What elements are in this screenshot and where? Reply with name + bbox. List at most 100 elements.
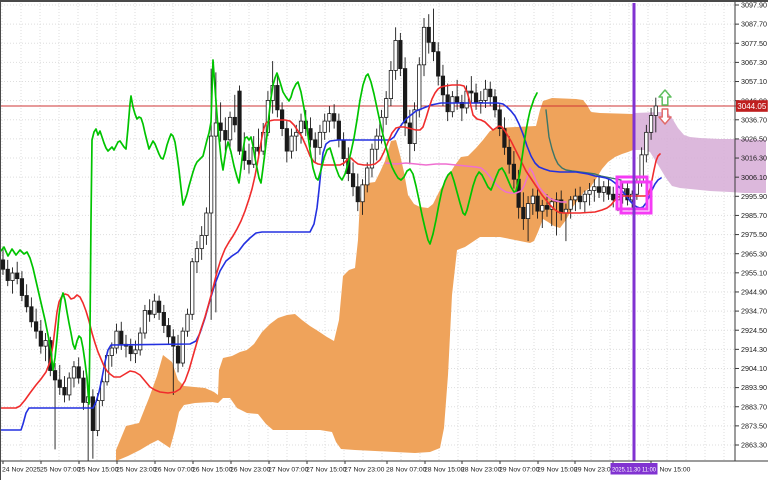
bull-candle: [384, 99, 387, 118]
bear-candle: [285, 129, 288, 152]
bull-candle: [11, 273, 14, 281]
bear-candle: [437, 52, 440, 76]
price-tick-label: 2965.30: [741, 249, 767, 258]
bull-candle: [422, 27, 425, 65]
bull-candle: [195, 249, 198, 262]
time-tick-label: 28 Nov 15:00: [424, 467, 465, 474]
bull-candle: [191, 262, 194, 315]
bull-candle: [299, 121, 302, 132]
time-tick-label: 25 Nov 23:00: [116, 467, 157, 474]
bear-candle: [25, 296, 28, 307]
bull-candle: [205, 213, 208, 236]
bull-candle: [228, 117, 231, 140]
trading-chart-window: 3097.903087.703077.503067.303057.103046.…: [0, 0, 768, 480]
bull-candle: [541, 205, 544, 211]
time-tick-label: 27 Nov 23:00: [344, 467, 385, 474]
bear-candle: [53, 371, 56, 380]
bull-candle: [588, 190, 591, 194]
bear-candle: [607, 187, 610, 195]
bull-candle: [366, 168, 369, 185]
bear-candle: [162, 312, 165, 325]
bull-candle: [479, 100, 482, 102]
price-tick-label: 2883.70: [741, 402, 767, 411]
time-tick-label: 26 Nov 23:00: [230, 467, 271, 474]
bull-candle: [209, 136, 212, 213]
bear-candle: [167, 326, 170, 337]
bear-candle: [342, 140, 345, 159]
bull-candle: [569, 200, 572, 209]
bear-candle: [309, 129, 312, 140]
bull-candle: [328, 114, 331, 122]
bear-candle: [157, 301, 160, 312]
price-tick-label: 2873.50: [741, 421, 767, 430]
chart-objects[interactable]: [617, 3, 671, 461]
bull-candle: [295, 132, 298, 136]
bull-candle: [649, 115, 652, 132]
bear-candle: [176, 346, 179, 363]
bull-candle: [394, 40, 397, 70]
bear-candle: [238, 91, 241, 151]
bear-candle: [545, 205, 548, 209]
bear-candle: [20, 279, 23, 296]
bear-candle: [337, 121, 340, 140]
bull-candle: [96, 401, 99, 431]
time-tick-label: 26 Nov 07:00: [154, 467, 195, 474]
time-tick-label: 29 Nov 15:00: [537, 467, 578, 474]
bull-candle: [134, 350, 137, 354]
bull-candle: [418, 65, 421, 110]
price-tick-label: 2904.10: [741, 364, 767, 373]
price-tick-label: 3016.30: [741, 154, 767, 163]
ichimoku-clouds: [116, 98, 766, 461]
bear-candle: [403, 69, 406, 123]
bull-candle: [200, 236, 203, 249]
bear-candle: [63, 387, 66, 395]
bull-candle: [143, 311, 146, 334]
bull-candle: [186, 314, 189, 331]
price-tick-label: 2995.90: [741, 192, 767, 201]
price-tick-label: 2985.70: [741, 211, 767, 220]
price-tick-label: 3067.30: [741, 58, 767, 67]
candlestick-chart-canvas[interactable]: 3097.903087.703077.503067.303057.103046.…: [0, 0, 768, 480]
bear-candle: [39, 331, 42, 346]
bull-candle: [72, 367, 75, 378]
bull-candle: [654, 106, 657, 115]
bear-candle: [58, 380, 61, 388]
price-tick-label: 3026.50: [741, 135, 767, 144]
vline-time-label: 2025.11.30 11:00: [611, 463, 658, 475]
bull-candle: [583, 194, 586, 202]
bear-candle: [15, 273, 18, 279]
bear-candle: [432, 42, 435, 51]
vline-time-value: 2025.11.30 11:00: [612, 467, 656, 474]
bull-candle: [323, 121, 326, 132]
bear-candle: [408, 123, 411, 144]
bear-candle: [219, 123, 222, 131]
price-tick-label: 2863.30: [741, 441, 767, 450]
bear-candle: [82, 378, 85, 402]
bear-candle: [474, 93, 477, 102]
price-tick-label: 3036.70: [741, 115, 767, 124]
bull-candle: [526, 204, 529, 219]
bull-candle: [413, 110, 416, 144]
time-tick-label: 26 Nov 15:00: [192, 467, 233, 474]
bull-candle: [574, 196, 577, 200]
bear-candle: [489, 89, 492, 97]
bull-candle: [290, 136, 293, 151]
bull-candle: [318, 132, 321, 147]
bear-candle: [1, 260, 4, 269]
bear-candle: [276, 85, 279, 109]
buy-arrow-icon[interactable]: [659, 90, 671, 105]
bear-candle: [129, 346, 132, 354]
bear-candle: [332, 114, 335, 122]
bear-candle: [233, 117, 236, 125]
price-tick-label: 3087.70: [741, 20, 767, 29]
bull-candle: [375, 136, 378, 149]
bear-candle: [612, 194, 615, 200]
price-tick-label: 2975.50: [741, 230, 767, 239]
bull-candle: [451, 97, 454, 112]
bear-candle: [34, 322, 37, 331]
bull-candle: [181, 331, 184, 363]
bear-candle: [536, 196, 539, 211]
bear-candle: [91, 397, 94, 431]
time-tick-label: 25 Nov 07:00: [40, 467, 81, 474]
bear-candle: [399, 40, 402, 68]
